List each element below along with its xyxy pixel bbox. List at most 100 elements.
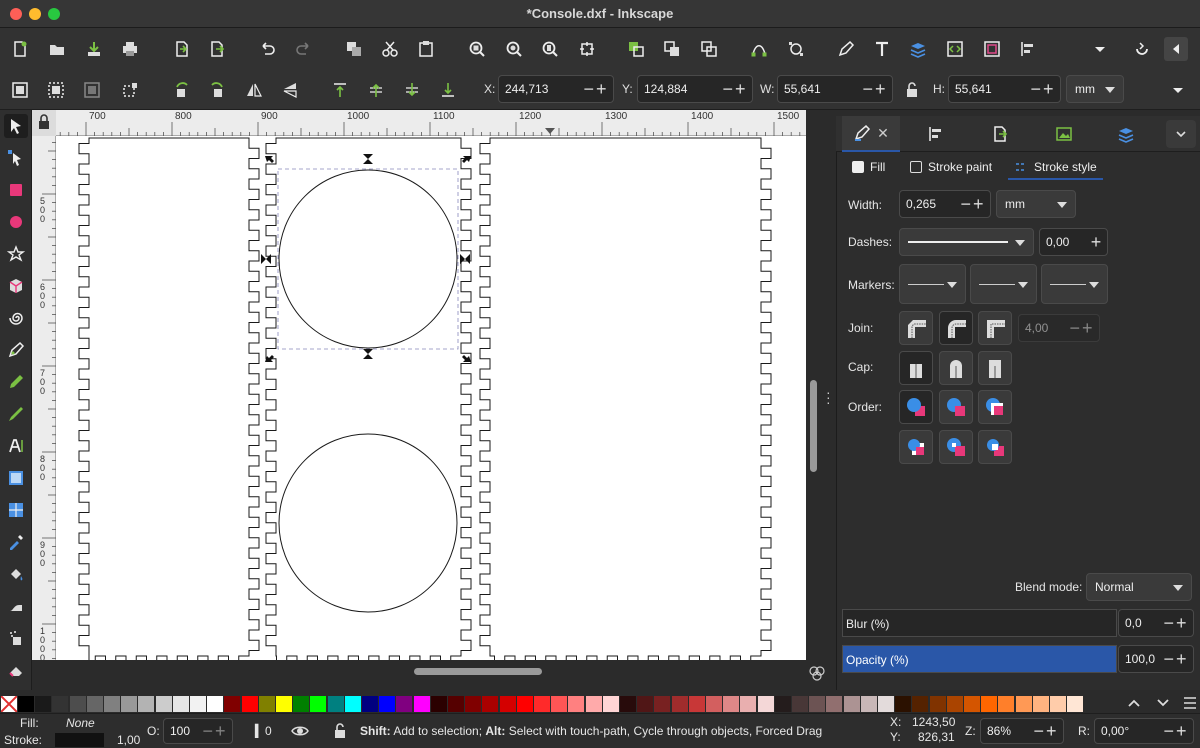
color-swatch[interactable]: [929, 696, 946, 712]
miter-limit-input[interactable]: 4,00 −+: [1018, 314, 1100, 342]
color-swatch[interactable]: [155, 696, 172, 712]
color-swatch[interactable]: [413, 696, 430, 712]
blur-stepper[interactable]: −+: [1159, 613, 1193, 634]
miter-limit-stepper[interactable]: −+: [1065, 318, 1099, 339]
color-swatch[interactable]: [293, 696, 310, 712]
color-swatch[interactable]: [516, 696, 533, 712]
color-swatch[interactable]: [757, 696, 774, 712]
color-swatch[interactable]: [878, 696, 894, 712]
toolbar-overflow-icon[interactable]: [1166, 78, 1190, 102]
subtab-stroke-style[interactable]: Stroke style: [1008, 156, 1103, 180]
node-tool-icon[interactable]: [4, 146, 28, 170]
color-mode-icon[interactable]: [808, 664, 826, 682]
selection-handles[interactable]: [261, 154, 471, 362]
stroke-width-value[interactable]: 1,00: [117, 733, 140, 747]
cut-icon[interactable]: [378, 37, 402, 61]
round-cap-button[interactable]: [939, 351, 973, 385]
color-swatch[interactable]: [860, 696, 877, 712]
selected-circle[interactable]: [278, 169, 458, 349]
export-pdf-icon[interactable]: [205, 37, 229, 61]
object-to-path-icon[interactable]: [784, 37, 808, 61]
rotate-cw-icon[interactable]: [205, 78, 229, 102]
horizontal-scrollbar-thumb[interactable]: [414, 668, 542, 675]
flip-horizontal-icon[interactable]: [242, 78, 266, 102]
color-swatch[interactable]: [809, 696, 826, 712]
color-swatch[interactable]: [946, 696, 963, 712]
fill-indicator[interactable]: None: [66, 716, 95, 730]
width-stepper[interactable]: −+: [956, 194, 990, 215]
zoom-stepper[interactable]: −+: [1029, 721, 1063, 742]
tab-fill-stroke[interactable]: ✕: [842, 116, 900, 152]
node-editor-icon[interactable]: [747, 37, 771, 61]
color-swatch[interactable]: [104, 696, 120, 712]
print-icon[interactable]: [118, 37, 142, 61]
color-swatch[interactable]: [430, 696, 447, 712]
color-swatch[interactable]: [671, 696, 688, 712]
rectangle-tool-icon[interactable]: [4, 178, 28, 202]
ellipse-tool-icon[interactable]: [4, 210, 28, 234]
square-cap-button[interactable]: [978, 351, 1012, 385]
touch-select-icon[interactable]: [118, 78, 142, 102]
flip-vertical-icon[interactable]: [278, 78, 302, 102]
color-swatch[interactable]: [620, 696, 636, 712]
rotate-ccw-icon[interactable]: [170, 78, 194, 102]
raise-to-top-icon[interactable]: [328, 78, 352, 102]
pencil-tool-icon[interactable]: [4, 370, 28, 394]
document-properties-icon[interactable]: [980, 37, 1004, 61]
circle[interactable]: [278, 433, 458, 613]
round-join-button[interactable]: [939, 311, 973, 345]
h-input[interactable]: 55,641 −+: [948, 75, 1061, 103]
drawing-canvas[interactable]: [56, 136, 806, 667]
tab-align-icon[interactable]: [924, 122, 948, 146]
color-swatch[interactable]: [964, 696, 980, 712]
zoom-drawing-icon[interactable]: [502, 37, 526, 61]
handle-bottom[interactable]: [363, 349, 373, 359]
w-stepper[interactable]: −+: [858, 79, 892, 100]
order-fill-markers-stroke-button[interactable]: [978, 390, 1012, 424]
stroke-indicator[interactable]: [55, 733, 104, 747]
select-all-layers-icon[interactable]: [44, 78, 68, 102]
rotate-input[interactable]: 0,00° −+: [1094, 718, 1194, 744]
layer-lock-icon[interactable]: [330, 721, 350, 741]
layer-value[interactable]: 0: [265, 724, 272, 738]
ungroup-icon[interactable]: [660, 37, 684, 61]
opacity-slider[interactable]: Opacity (%): [842, 645, 1117, 673]
handle-top-left[interactable]: [265, 156, 274, 163]
finger-joint-panel-left[interactable]: [78, 137, 260, 667]
lock-icon[interactable]: [900, 78, 924, 102]
color-swatch[interactable]: [602, 696, 619, 712]
opacity-input[interactable]: 100,0 −+: [1118, 645, 1194, 673]
color-swatch[interactable]: [276, 696, 292, 712]
color-swatch[interactable]: [121, 696, 138, 712]
close-tab-icon[interactable]: ✕: [877, 125, 889, 142]
color-swatch[interactable]: [585, 696, 602, 712]
color-swatch[interactable]: [706, 696, 722, 712]
duplicate-icon[interactable]: [342, 37, 366, 61]
zoom-input[interactable]: 86% −+: [980, 718, 1064, 744]
end-marker-select[interactable]: [1041, 264, 1108, 304]
group-icon[interactable]: [624, 37, 648, 61]
text-tool-icon[interactable]: [4, 434, 28, 458]
pen-bezier-tool-icon[interactable]: [4, 338, 28, 362]
color-swatch[interactable]: [826, 696, 843, 712]
gradient-tool-icon[interactable]: [4, 466, 28, 490]
selector-tool-icon[interactable]: [4, 114, 28, 138]
xml-editor-icon[interactable]: [943, 37, 967, 61]
color-swatch[interactable]: [998, 696, 1015, 712]
order-markers-stroke-fill-button[interactable]: [978, 430, 1012, 464]
blur-slider[interactable]: Blur (%): [842, 609, 1117, 637]
dash-pattern-select[interactable]: [899, 228, 1034, 256]
color-swatch[interactable]: [465, 696, 482, 712]
color-swatch[interactable]: [1032, 696, 1049, 712]
zoom-selection-icon[interactable]: [465, 37, 489, 61]
tab-layers-icon[interactable]: [1114, 122, 1138, 146]
snap-toggle-icon[interactable]: [1130, 37, 1154, 61]
color-swatch[interactable]: [843, 696, 860, 712]
text-icon[interactable]: [870, 37, 894, 61]
color-swatch[interactable]: [69, 696, 86, 712]
zoom-fit-icon[interactable]: [575, 37, 599, 61]
dropper-tool-icon[interactable]: [4, 530, 28, 554]
color-swatch[interactable]: [52, 696, 69, 712]
tweak-tool-icon[interactable]: [4, 594, 28, 618]
zoom-page-icon[interactable]: [538, 37, 562, 61]
